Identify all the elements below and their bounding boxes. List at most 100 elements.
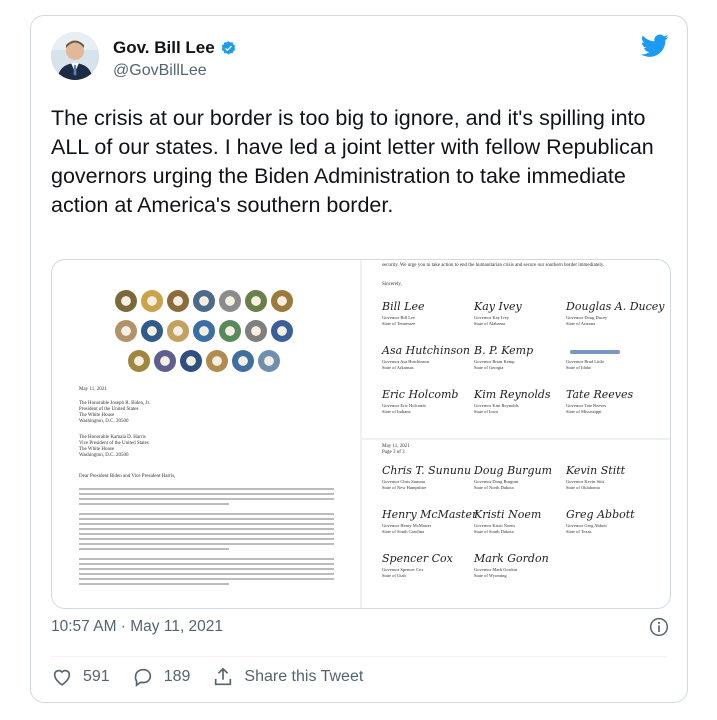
heart-icon [53, 669, 71, 686]
signature: Eric Holcomb [382, 388, 459, 401]
state-seal [245, 320, 267, 342]
state-seal [180, 350, 202, 372]
page2-intro: security. We urge you to take action to … [382, 263, 605, 268]
signature: Kay Ivey [474, 300, 522, 313]
body-text-line [79, 518, 334, 520]
signer-title: Governor Doug Ducey [566, 315, 608, 320]
state-seal [206, 350, 228, 372]
body-text-line [79, 583, 229, 585]
state-seal [219, 290, 241, 312]
signature: Henry McMaster [382, 508, 478, 521]
signer-title: Governor Eric Holcomb [382, 403, 426, 408]
body-text-line [79, 498, 334, 500]
signer-title: Governor Brad Little [566, 359, 604, 364]
body-text-line [79, 568, 334, 570]
body-text-line [79, 548, 229, 550]
signer-state: State of Idaho [566, 365, 592, 370]
signer-title: Governor Asa Hutchinson [382, 359, 429, 364]
signature: Kevin Stitt [566, 464, 626, 477]
signer-title: Governor Bill Lee [382, 315, 415, 320]
signature: Kristi Noem [474, 508, 542, 521]
letter-sincerely: Sincerely, [382, 282, 402, 287]
signer-state: State of Tennessee [382, 321, 416, 326]
share-label: Share this Tweet [244, 668, 364, 685]
letter-date: May 11, 2021 [79, 387, 107, 392]
signature: Bill Lee [382, 300, 425, 313]
state-seal [232, 350, 254, 372]
body-text-line [79, 543, 334, 545]
signer-title: Governor Kim Reynolds [474, 403, 519, 408]
state-seal [258, 350, 280, 372]
signature: Asa Hutchinson [382, 344, 470, 357]
state-seal [167, 290, 189, 312]
signature: Spencer Cox [382, 552, 453, 565]
twitter-bird-icon[interactable] [641, 34, 669, 58]
state-seal [271, 290, 293, 312]
reply-count: 189 [163, 668, 191, 685]
signer-state: State of Alabama [474, 321, 505, 326]
tweet-image[interactable]: May 11, 2021 The Honorable Joseph R. Bid… [51, 259, 671, 609]
signer-state: State of North Dakota [474, 485, 514, 490]
signature: Douglas A. Ducey [566, 300, 665, 313]
reply-button[interactable]: 189 [132, 666, 191, 688]
signer-title: Governor Greg Abbott [566, 523, 607, 528]
signer-title: Governor Kevin Stitt [566, 479, 604, 484]
body-text-line [79, 513, 334, 515]
signer-state: State of New Hampshire [382, 485, 427, 490]
signature: Mark Gordon [474, 552, 549, 565]
like-count: 591 [83, 668, 110, 685]
signer-state: State of Wyoming [474, 573, 507, 578]
state-seal [193, 290, 215, 312]
state-seal [141, 320, 163, 342]
signer-state: State of Indiana [382, 409, 411, 414]
state-seal [128, 350, 150, 372]
signer-state: State of Utah [382, 573, 406, 578]
body-text-line [79, 528, 334, 530]
signature: B. P. Kemp [474, 344, 534, 357]
state-seal [115, 320, 137, 342]
avatar[interactable] [51, 32, 99, 80]
tweet-timestamp[interactable]: 10:57 AM · May 11, 2021 [51, 618, 223, 636]
letter-page-2: security. We urge you to take action to … [362, 260, 670, 438]
signature: Doug Burgum [474, 464, 553, 477]
letter-page-1: May 11, 2021 The Honorable Joseph R. Bid… [52, 260, 360, 608]
signer-state: State of Oklahoma [566, 485, 600, 490]
author-handle[interactable]: @GovBillLee [113, 62, 207, 80]
share-icon [215, 667, 232, 686]
share-button[interactable]: Share this Tweet [212, 666, 363, 688]
body-text-line [79, 493, 334, 495]
body-text-line [79, 578, 334, 580]
signer-state: State of Arizona [566, 321, 596, 326]
like-button[interactable]: 591 [51, 666, 110, 688]
body-text-line [79, 563, 334, 565]
tweet-actions: 591 189 Share this Tweet [51, 666, 385, 688]
signature-mark [570, 350, 620, 354]
state-seal [193, 320, 215, 342]
tweet-card: Gov. Bill Lee @GovBillLee The crisis at … [30, 15, 688, 703]
state-seal [154, 350, 176, 372]
signer-state: State of South Carolina [382, 529, 425, 534]
addressee-line: Washington, D.C. 20500 [79, 419, 129, 424]
signer-title: Governor Mark Gordon [474, 567, 517, 572]
info-icon[interactable] [649, 617, 669, 637]
state-seal [167, 320, 189, 342]
divider [51, 656, 667, 657]
signer-title: Governor Tate Reeves [566, 403, 607, 408]
reply-icon [134, 668, 151, 687]
body-text-line [79, 523, 334, 525]
tweet-text: The crisis at our border is too big to i… [51, 106, 654, 217]
author-name-text[interactable]: Gov. Bill Lee [113, 38, 215, 58]
state-seal [219, 320, 241, 342]
state-seal [141, 290, 163, 312]
letter-salutation: Dear President Biden and Vice President … [79, 474, 176, 479]
signer-title: Governor Henry McMaster [382, 523, 432, 528]
signer-title: Governor Chris Sununu [382, 479, 425, 484]
signer-title: Governor Kay Ivey [474, 315, 509, 320]
signer-state: State of Georgia [474, 365, 504, 370]
signer-state: State of Arkansas [382, 365, 414, 370]
signer-state: State of Texas [566, 529, 592, 534]
author-name[interactable]: Gov. Bill Lee [113, 38, 237, 58]
signer-title: Governor Kristi Noem [474, 523, 515, 528]
body-text-line [79, 573, 334, 575]
page3-label: Page 3 of 3 [382, 450, 405, 455]
